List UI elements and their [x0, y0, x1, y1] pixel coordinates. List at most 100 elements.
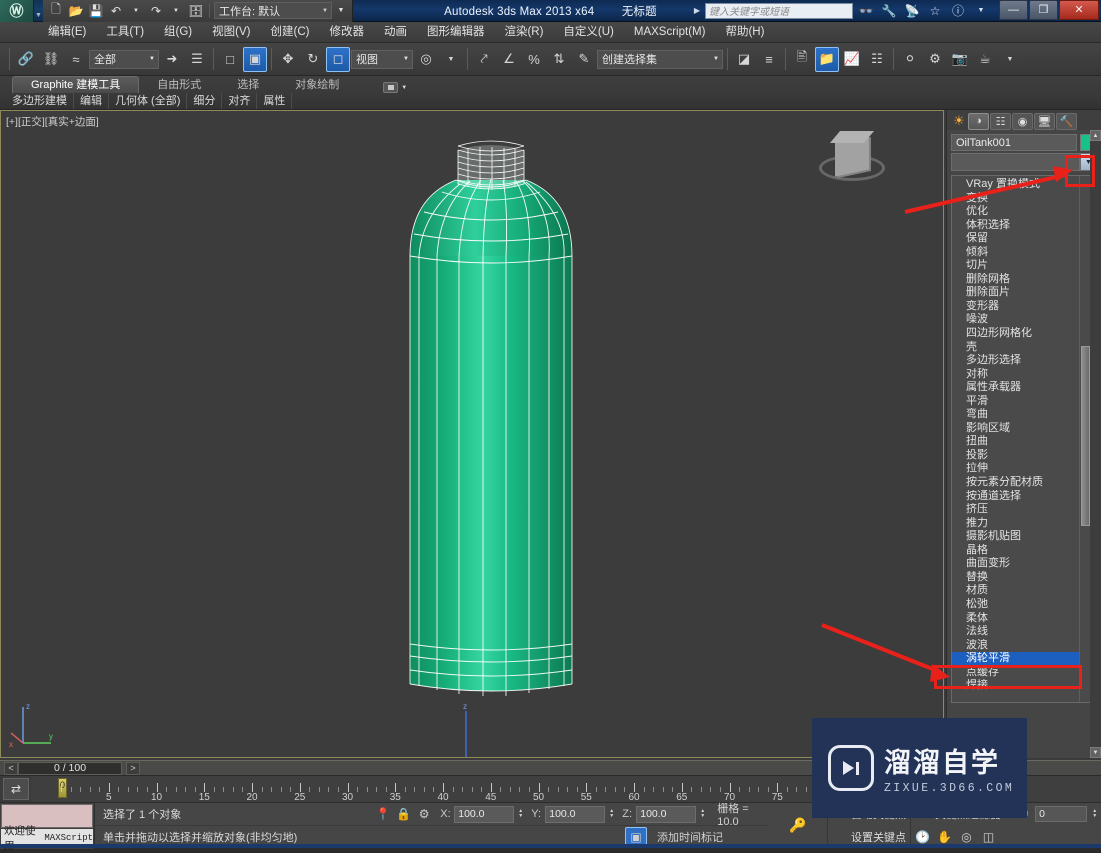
spinner-snap-icon[interactable]: ⇅	[547, 47, 571, 72]
menu-item-tools[interactable]: 工具(T)	[96, 22, 154, 43]
maxscript-listener[interactable]: 欢迎使用 MAXScript	[0, 803, 95, 852]
modifier-item[interactable]: 拉伸	[952, 462, 1079, 476]
reference-coordinate-combo[interactable]: 视图 ▼	[351, 49, 413, 69]
modifier-item[interactable]: 材质	[952, 584, 1079, 598]
material-editor-icon[interactable]: ⚪	[898, 47, 922, 72]
frame-spinner[interactable]: ▲ ▼	[1090, 806, 1099, 823]
menu-item-rendering[interactable]: 渲染(R)	[494, 22, 553, 43]
motion-icon[interactable]: ◉	[1012, 112, 1033, 130]
next-frame-button[interactable]: >	[126, 761, 140, 775]
align-icon[interactable]: ≡	[757, 47, 781, 72]
pin-stack-icon[interactable]: 📍	[373, 804, 393, 824]
unlink-selection-icon[interactable]: ⛓	[39, 47, 63, 72]
scroll-up-icon[interactable]: ▲	[1090, 130, 1101, 141]
help-icon[interactable]: ⓘ	[948, 1, 968, 21]
app-menu-caret-icon[interactable]: ▼	[34, 0, 43, 22]
schematic-view-icon[interactable]: ☷	[865, 47, 889, 72]
modifier-item[interactable]: 保留	[952, 232, 1079, 246]
modifier-item[interactable]: 平滑	[952, 395, 1079, 409]
menu-item-edit[interactable]: 编辑(E)	[38, 22, 96, 43]
workspace-dropdown-icon[interactable]: ▼	[334, 2, 348, 19]
lock-selection-icon[interactable]: 🔒	[394, 804, 414, 824]
view-cube[interactable]	[813, 129, 891, 199]
selection-filter-combo[interactable]: 全部 ▼	[89, 49, 159, 69]
y-field[interactable]: 100.0	[545, 805, 606, 823]
select-object-icon[interactable]: ➜	[160, 47, 184, 72]
ribbon-minimize-control[interactable]: ▼	[383, 82, 407, 93]
modifier-item[interactable]: 法线	[952, 625, 1079, 639]
curve-editor-icon[interactable]: 📈	[840, 47, 864, 72]
satellite-icon[interactable]: 📡	[902, 1, 922, 21]
modifier-list-input[interactable]	[951, 153, 1080, 171]
modifier-item[interactable]: 壳	[952, 341, 1079, 355]
panel-edit[interactable]: 编辑	[74, 93, 109, 109]
app-logo-icon[interactable]: Ⓦ	[0, 0, 34, 22]
modifier-item[interactable]: VRay 置换模式	[952, 178, 1079, 192]
menu-item-modifiers[interactable]: 修改器	[319, 22, 374, 43]
bind-to-space-warp-icon[interactable]: ≈	[64, 47, 88, 72]
help-caret-icon[interactable]: ▼	[971, 1, 991, 21]
modifier-item[interactable]: 柔体	[952, 612, 1079, 626]
mirror-icon[interactable]: ◪	[732, 47, 756, 72]
select-by-name-icon[interactable]: ☰	[185, 47, 209, 72]
tab-freeform[interactable]: 自由形式	[139, 77, 219, 93]
modifier-dropdown-scroll-thumb[interactable]	[1081, 346, 1090, 526]
new-icon[interactable]: 🗋	[47, 2, 65, 20]
edit-named-selection-icon[interactable]: ✎	[572, 47, 596, 72]
menu-item-maxscript[interactable]: MAXScript(M)	[624, 22, 716, 43]
z-field[interactable]: 100.0	[636, 805, 697, 823]
window-crossing-toggle-icon[interactable]: ▣	[243, 46, 267, 72]
modifier-item[interactable]: 挤压	[952, 503, 1079, 517]
modifier-item[interactable]: 弯曲	[952, 408, 1079, 422]
modifier-item[interactable]: 投影	[952, 449, 1079, 463]
use-pivot-center-icon[interactable]: ◎	[414, 47, 438, 72]
modifier-item[interactable]: 属性承载器	[952, 381, 1079, 395]
render-production-icon[interactable]: ☕	[973, 47, 997, 72]
modifier-item[interactable]: 删除面片	[952, 286, 1079, 300]
modifier-item[interactable]: 影响区域	[952, 422, 1079, 436]
binoculars-icon[interactable]: 👓	[856, 1, 876, 21]
panel-properties[interactable]: 属性	[257, 93, 293, 109]
utilities-icon[interactable]: 🔨	[1056, 112, 1077, 130]
modify-icon[interactable]: ◑	[968, 112, 989, 130]
z-spinner[interactable]: ▲ ▼	[698, 806, 707, 823]
menu-item-graph-editors[interactable]: 图形编辑器	[417, 22, 495, 43]
modifier-item[interactable]: 多边形选择	[952, 354, 1079, 368]
scroll-down-icon[interactable]: ▼	[1090, 747, 1101, 758]
select-and-rotate-icon[interactable]: ↻	[301, 47, 325, 72]
absolute-relative-mode-icon[interactable]: ⚙	[414, 804, 434, 824]
named-selection-set-combo[interactable]: 创建选择集 ▼	[597, 49, 723, 69]
modifier-item[interactable]: 替换	[952, 571, 1079, 585]
current-frame-display[interactable]: 0 / 100	[18, 761, 122, 775]
undo-icon[interactable]: ↶	[107, 2, 125, 20]
modifier-item[interactable]: 噪波	[952, 313, 1079, 327]
tab-graphite-modeling-tools[interactable]: Graphite 建模工具	[12, 76, 140, 93]
modifier-dropdown-scrollbar[interactable]	[1079, 176, 1090, 702]
modifier-item[interactable]: 变形器	[952, 300, 1079, 314]
modifier-item[interactable]: 摄影机贴图	[952, 530, 1079, 544]
modifier-item[interactable]: 变换	[952, 192, 1079, 206]
modifier-item[interactable]: 波浪	[952, 639, 1079, 653]
redo-dropdown-icon[interactable]: ▼	[167, 2, 185, 20]
select-and-scale-icon[interactable]: ◻	[326, 46, 350, 72]
search-expand-icon[interactable]: ▶	[692, 6, 702, 15]
modifier-item[interactable]: 优化	[952, 205, 1079, 219]
rectangular-selection-region-icon[interactable]: □	[218, 47, 242, 72]
modifier-item[interactable]: 四边形网格化	[952, 327, 1079, 341]
prev-frame-button[interactable]: <	[4, 761, 18, 775]
object-name-input[interactable]: OilTank001	[951, 134, 1077, 151]
undo-dropdown-icon[interactable]: ▼	[127, 2, 145, 20]
wrench-icon[interactable]: 🔧	[879, 1, 899, 21]
redo-icon[interactable]: ↷	[147, 2, 165, 20]
viewport-orthographic[interactable]: [+][正交][真实+边面] z z y x	[0, 110, 944, 758]
pivot-center-caret-icon[interactable]: ▼	[439, 47, 463, 72]
minimize-button[interactable]: —	[999, 0, 1028, 20]
tab-selection[interactable]: 选择	[219, 77, 277, 93]
menu-item-group[interactable]: 组(G)	[154, 22, 202, 43]
panel-polygon-modeling[interactable]: 多边形建模	[6, 93, 74, 109]
open-mini-curve-editor-icon[interactable]: ⇄	[3, 778, 29, 800]
select-and-move-icon[interactable]: ✥	[276, 47, 300, 72]
panel-align[interactable]: 对齐	[222, 93, 258, 109]
star-icon[interactable]: ☆	[925, 1, 945, 21]
scene-explorer-icon[interactable]: 📁	[815, 46, 839, 72]
